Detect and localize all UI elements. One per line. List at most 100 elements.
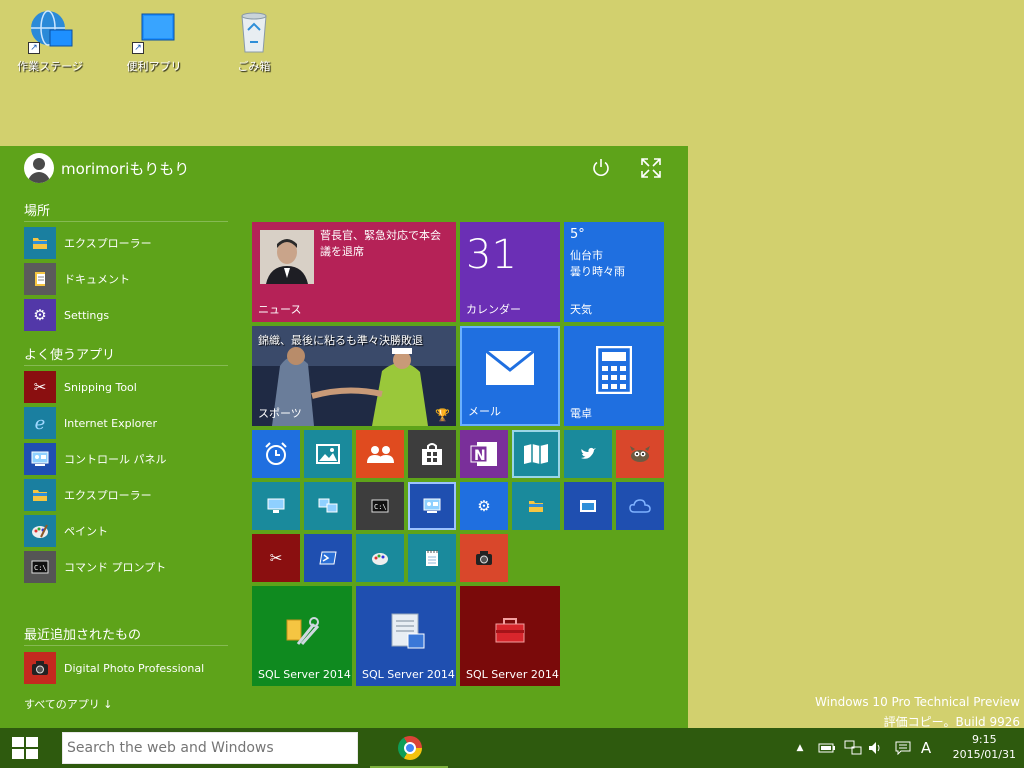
tile-maps[interactable] bbox=[512, 430, 560, 478]
menu-item-documents[interactable]: ドキュメント bbox=[24, 263, 234, 295]
desktop-icon-recycle-bin[interactable]: ごみ箱 bbox=[218, 8, 290, 74]
expand-button[interactable] bbox=[639, 156, 663, 180]
chrome-icon[interactable] bbox=[398, 736, 422, 760]
tile-label: ニュース bbox=[258, 303, 302, 316]
tile-sql-server-2[interactable]: SQL Server 2014 bbox=[356, 586, 456, 686]
paint-palette-icon bbox=[24, 515, 56, 547]
tile-twitter[interactable] bbox=[564, 430, 612, 478]
photos-icon bbox=[304, 430, 352, 478]
store-bag-icon bbox=[408, 430, 456, 478]
tile-news[interactable]: 菅長官、緊急対応で本会議を退席 ニュース bbox=[252, 222, 456, 322]
tile-control-panel[interactable] bbox=[408, 482, 456, 530]
mail-icon bbox=[485, 350, 535, 385]
user-account[interactable]: morimoriもりもり bbox=[24, 153, 189, 183]
tile-store[interactable] bbox=[408, 430, 456, 478]
trophy-icon: 🏆 bbox=[435, 408, 450, 422]
weather-condition: 曇り時々雨 bbox=[570, 265, 625, 278]
battery-icon[interactable] bbox=[816, 728, 838, 768]
tile-explorer[interactable] bbox=[512, 482, 560, 530]
gimp-icon bbox=[616, 430, 664, 478]
menu-item-explorer[interactable]: エクスプローラー bbox=[24, 227, 234, 259]
tile-notepad[interactable] bbox=[408, 534, 456, 582]
tile-settings[interactable]: ⚙ bbox=[460, 482, 508, 530]
tile-mail[interactable]: メール bbox=[460, 326, 560, 426]
menu-item-control-panel[interactable]: コントロール パネル bbox=[24, 443, 234, 475]
frequent-apps-heading: よく使うアプリ bbox=[24, 348, 116, 363]
tile-people[interactable] bbox=[356, 430, 404, 478]
menu-item-internet-explorer[interactable]: e Internet Explorer bbox=[24, 407, 234, 439]
sql-config-tools-icon bbox=[286, 617, 320, 645]
camera-icon bbox=[24, 652, 56, 684]
tile-sql-server-3[interactable]: SQL Server 2014 bbox=[460, 586, 560, 686]
user-avatar-icon bbox=[24, 153, 54, 183]
menu-item-snipping-tool[interactable]: ✂ Snipping Tool bbox=[24, 371, 234, 403]
twitter-bird-icon bbox=[564, 430, 612, 478]
tile-gimp[interactable] bbox=[616, 430, 664, 478]
power-button[interactable] bbox=[589, 156, 613, 180]
tile-command-prompt[interactable]: C:\ bbox=[356, 482, 404, 530]
action-center-message-icon[interactable] bbox=[892, 728, 914, 768]
tile-paint[interactable] bbox=[356, 534, 404, 582]
tile-sql-server-1[interactable]: SQL Server 2014 bbox=[252, 586, 352, 686]
desktop-icon-label: 便利アプリ bbox=[126, 60, 182, 73]
network-icon[interactable] bbox=[842, 728, 864, 768]
tile-onenote[interactable]: N bbox=[460, 430, 508, 478]
news-headline: 菅長官、緊急対応で本会議を退席 bbox=[320, 229, 441, 258]
gear-icon: ⚙ bbox=[477, 497, 491, 515]
taskbar: ▲ A 9:15 2015/01/31 bbox=[0, 728, 1024, 768]
desktop-icon-label: ごみ箱 bbox=[237, 60, 271, 73]
recycle-bin-icon bbox=[230, 8, 278, 56]
documents-icon bbox=[24, 263, 56, 295]
notepad-icon bbox=[408, 534, 456, 582]
tile-snipping-tool[interactable]: ✂ bbox=[252, 534, 300, 582]
start-button[interactable] bbox=[0, 728, 50, 768]
tile-powershell[interactable] bbox=[304, 534, 352, 582]
tile-sports[interactable]: 錦織、最後に粘るも準々決勝敗退 スポーツ 🏆 bbox=[252, 326, 456, 426]
ime-indicator[interactable]: A bbox=[916, 728, 936, 768]
tile-photos[interactable] bbox=[304, 430, 352, 478]
tile-network[interactable] bbox=[304, 482, 352, 530]
tile-onedrive[interactable] bbox=[616, 482, 664, 530]
tile-label: SQL Server 2014 bbox=[466, 668, 559, 681]
desktop-icon-work-stage[interactable]: ↗ 作業ステージ bbox=[14, 8, 86, 74]
volume-icon[interactable] bbox=[866, 728, 886, 768]
desktop-icon-useful-apps[interactable]: ↗ 便利アプリ bbox=[118, 8, 190, 74]
menu-item-paint[interactable]: ペイント bbox=[24, 515, 234, 547]
all-apps-link[interactable]: すべてのアプリ ↓ bbox=[24, 696, 113, 712]
tile-remote-desktop[interactable] bbox=[252, 482, 300, 530]
folder-icon bbox=[24, 227, 56, 259]
show-hidden-icons-chevron-up-icon[interactable]: ▲ bbox=[792, 728, 808, 768]
globe-network-icon: ↗ bbox=[26, 8, 74, 56]
places-heading: 場所 bbox=[24, 204, 51, 219]
monitor-icon: ↗ bbox=[130, 8, 178, 56]
tile-remote-app[interactable] bbox=[564, 482, 612, 530]
recently-added-heading: 最近追加されたもの bbox=[24, 628, 142, 643]
tile-digital-photo-professional[interactable] bbox=[460, 534, 508, 582]
weather-city: 仙台市 bbox=[570, 249, 603, 262]
expand-icon bbox=[641, 158, 661, 178]
people-icon bbox=[356, 430, 404, 478]
clock[interactable]: 9:15 2015/01/31 bbox=[953, 732, 1016, 762]
divider bbox=[24, 645, 228, 646]
search-input[interactable] bbox=[62, 732, 358, 764]
alarm-clock-icon bbox=[252, 430, 300, 478]
tile-calendar[interactable]: 31 カレンダー bbox=[460, 222, 560, 322]
gear-icon: ⚙ bbox=[24, 299, 56, 331]
cloud-icon bbox=[616, 482, 664, 530]
menu-item-explorer-2[interactable]: エクスプローラー bbox=[24, 479, 234, 511]
powershell-icon bbox=[304, 534, 352, 582]
menu-item-command-prompt[interactable]: C:\ コマンド プロンプト bbox=[24, 551, 234, 583]
clock-time: 9:15 bbox=[971, 733, 997, 746]
sql-document-icon bbox=[391, 613, 425, 649]
tile-calculator[interactable]: 電卓 bbox=[564, 326, 664, 426]
tile-label: SQL Server 2014 bbox=[258, 668, 351, 681]
monitor-icon bbox=[252, 482, 300, 530]
control-panel-icon bbox=[24, 443, 56, 475]
build-watermark-line1: Windows 10 Pro Technical Preview bbox=[815, 695, 1020, 709]
tile-weather[interactable]: 5° 仙台市 曇り時々雨 天気 bbox=[564, 222, 664, 322]
menu-item-digital-photo-professional[interactable]: Digital Photo Professional bbox=[24, 652, 234, 684]
folder-icon bbox=[24, 479, 56, 511]
internet-explorer-icon: e bbox=[24, 407, 56, 439]
menu-item-settings[interactable]: ⚙ Settings bbox=[24, 299, 234, 331]
tile-alarms[interactable] bbox=[252, 430, 300, 478]
